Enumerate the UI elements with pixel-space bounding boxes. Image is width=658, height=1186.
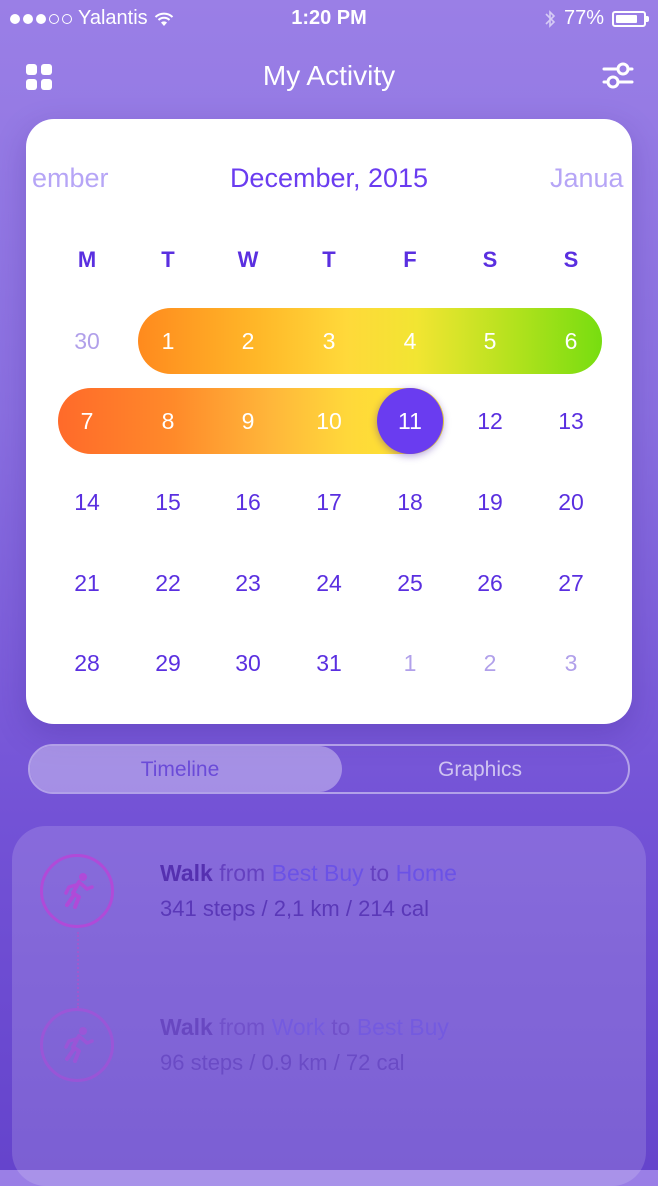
battery-percent: 77% [563, 7, 604, 29]
calendar-day[interactable]: 30 [218, 648, 278, 678]
current-month-label: December, 2015 [229, 163, 429, 193]
calendar-day[interactable]: 25 [380, 568, 440, 598]
activity-type: Walk [160, 1014, 213, 1040]
calendar-day[interactable]: 21 [57, 568, 117, 598]
calendar-day[interactable]: 4 [380, 326, 440, 356]
calendar-day[interactable]: 9 [218, 406, 278, 436]
calendar-day[interactable]: 31 [299, 648, 359, 678]
walk-activity-icon [40, 854, 114, 928]
calendar-day[interactable]: 24 [299, 568, 359, 598]
calendar-day-selected[interactable]: 11 [380, 406, 440, 436]
month-switcher: ember December, 2015 Janua [26, 159, 632, 199]
calendar-day[interactable]: 15 [138, 487, 198, 517]
calendar-day[interactable]: 18 [380, 487, 440, 517]
activity-from-word: from [219, 860, 266, 886]
calendar-day[interactable]: 20 [541, 487, 601, 517]
activity-range-bar [138, 308, 602, 374]
walk-activity-icon [40, 1008, 114, 1082]
weekday-label: F [403, 247, 417, 272]
filter-settings-icon[interactable] [602, 62, 634, 90]
calendar-day[interactable]: 12 [460, 406, 520, 436]
calendar-day[interactable]: 7 [57, 406, 117, 436]
calendar-day[interactable]: 3 [541, 648, 601, 678]
calendar-day[interactable]: 19 [460, 487, 520, 517]
calendar-day[interactable]: 1 [380, 648, 440, 678]
timeline-connector [77, 932, 79, 1008]
calendar-day[interactable]: 10 [299, 406, 359, 436]
calendar-day[interactable]: 23 [218, 568, 278, 598]
weekday-label: S [482, 247, 498, 272]
calendar-day[interactable]: 8 [138, 406, 198, 436]
tab-graphics[interactable]: Graphics [330, 758, 630, 782]
activity-stats: 96 steps / 0.9 km / 72 cal [160, 1050, 405, 1075]
calendar-day[interactable]: 29 [138, 648, 198, 678]
activity-title[interactable]: Walk from Best Buy to Home [160, 860, 457, 887]
calendar-day[interactable]: 2 [460, 648, 520, 678]
status-bar: Yalantis 1:20 PM 77% [0, 0, 658, 36]
weekday-label: T [322, 247, 336, 272]
calendar-day[interactable]: 1 [138, 326, 198, 356]
calendar-card: ember December, 2015 Janua M T W T F S S… [26, 119, 632, 724]
bluetooth-icon [545, 9, 556, 28]
status-right: 77% [544, 7, 649, 30]
calendar-day[interactable]: 28 [57, 648, 117, 678]
calendar-day[interactable]: 27 [541, 568, 601, 598]
weekday-label: T [161, 247, 175, 272]
activity-from: Best Buy [271, 860, 364, 886]
calendar-day[interactable]: 5 [460, 326, 520, 356]
calendar-day[interactable]: 26 [460, 568, 520, 598]
weekday-label: W [237, 247, 259, 272]
activity-type: Walk [160, 860, 213, 886]
calendar-day[interactable]: 2 [218, 326, 278, 356]
tab-timeline[interactable]: Timeline [30, 758, 330, 782]
activity-to-word: to [370, 860, 390, 886]
calendar-day[interactable]: 22 [138, 568, 198, 598]
weekday-label: S [563, 247, 579, 272]
calendar-day[interactable]: 17 [299, 487, 359, 517]
battery-icon [612, 10, 649, 27]
calendar-day[interactable]: 16 [218, 487, 278, 517]
activity-to: Best Buy [356, 1014, 449, 1040]
page-title: My Activity [262, 60, 396, 91]
activity-to-word: to [331, 1014, 351, 1040]
view-segmented-control: Timeline Graphics [28, 744, 630, 794]
activity-title[interactable]: Walk from Work to Best Buy [160, 1014, 449, 1041]
activity-to: Home [395, 860, 457, 886]
calendar-day[interactable]: 13 [541, 406, 601, 436]
next-month-label[interactable]: Janua [550, 163, 624, 194]
weekday-label: M [77, 247, 97, 272]
activity-from: Work [271, 1014, 325, 1040]
activity-stats: 341 steps / 2,1 km / 214 cal [160, 896, 430, 921]
activity-from-word: from [219, 1014, 266, 1040]
calendar-day[interactable]: 14 [57, 487, 117, 517]
calendar-day[interactable]: 3 [299, 326, 359, 356]
calendar-day[interactable]: 30 [57, 326, 117, 356]
nav-bar: My Activity [0, 48, 658, 104]
calendar-day[interactable]: 6 [541, 326, 601, 356]
